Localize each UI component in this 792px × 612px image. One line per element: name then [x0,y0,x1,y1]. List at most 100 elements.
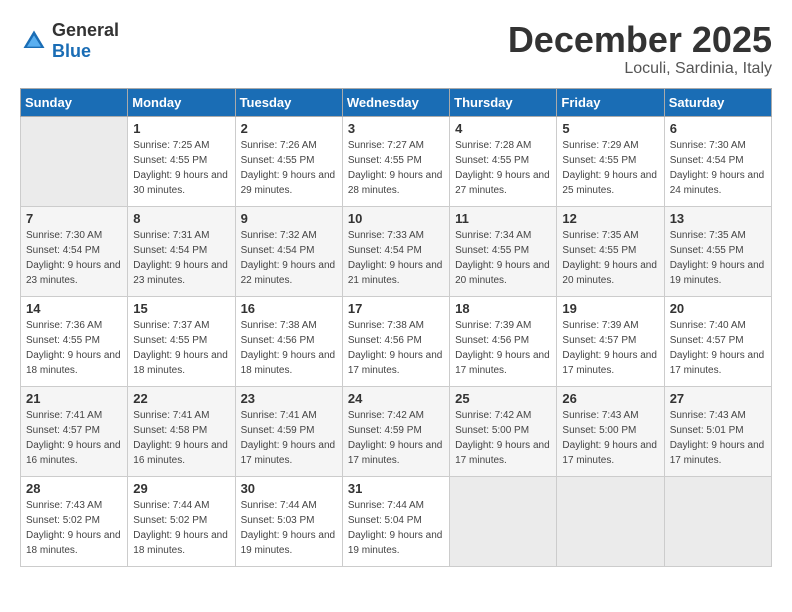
weekday-header-row: SundayMondayTuesdayWednesdayThursdayFrid… [21,88,772,116]
calendar-day-cell: 5 Sunrise: 7:29 AMSunset: 4:55 PMDaylight… [557,116,664,206]
calendar-day-cell: 3Sunrise: 7:27 AMSunset: 4:55 PMDaylight… [342,116,449,206]
day-number: 2 [241,121,337,136]
weekday-header-cell: Thursday [450,88,557,116]
calendar-day-cell [664,476,771,566]
weekday-header-cell: Saturday [664,88,771,116]
calendar-day-cell: 11Sunrise: 7:34 AMSunset: 4:55 PMDayligh… [450,206,557,296]
day-number: 16 [241,301,337,316]
day-number: 27 [670,391,766,406]
day-number: 25 [455,391,551,406]
calendar-day-cell: 29 Sunrise: 7:44 AMSunset: 5:02 PMDayligh… [128,476,235,566]
calendar-day-cell: 25 Sunrise: 7:42 AMSunset: 5:00 PMDayligh… [450,386,557,476]
calendar-day-cell: 10Sunrise: 7:33 AMSunset: 4:54 PMDayligh… [342,206,449,296]
logo-blue: Blue [52,41,91,61]
title-area: December 2025 Loculi, Sardinia, Italy [508,20,772,78]
day-info: Sunrise: 7:25 AMSunset: 4:55 PMDaylight:… [133,138,229,198]
calendar-day-cell: 30Sunrise: 7:44 AMSunset: 5:03 PMDayligh… [235,476,342,566]
day-number: 14 [26,301,122,316]
day-info: Sunrise: 7:38 AMSunset: 4:56 PMDaylight:… [348,318,444,378]
day-info: Sunrise: 7:39 AMSunset: 4:56 PMDaylight:… [455,318,551,378]
day-number: 8 [133,211,229,226]
calendar-day-cell: 21 Sunrise: 7:41 AMSunset: 4:57 PMDayligh… [21,386,128,476]
day-info: Sunrise: 7:34 AMSunset: 4:55 PMDaylight:… [455,228,551,288]
day-info: Sunrise: 7:26 AMSunset: 4:55 PMDaylight:… [241,138,337,198]
day-number: 18 [455,301,551,316]
calendar-day-cell: 22Sunrise: 7:41 AMSunset: 4:58 PMDayligh… [128,386,235,476]
calendar-week-row: 7 Sunrise: 7:30 AMSunset: 4:54 PMDaylight… [21,206,772,296]
day-info: Sunrise: 7:39 AMSunset: 4:57 PMDaylight:… [562,318,658,378]
calendar-week-row: 14Sunrise: 7:36 AMSunset: 4:55 PMDayligh… [21,296,772,386]
weekday-header-cell: Wednesday [342,88,449,116]
calendar-day-cell: 7 Sunrise: 7:30 AMSunset: 4:54 PMDaylight… [21,206,128,296]
calendar-week-row: 28Sunrise: 7:43 AMSunset: 5:02 PMDayligh… [21,476,772,566]
calendar-day-cell: 16 Sunrise: 7:38 AMSunset: 4:56 PMDayligh… [235,296,342,386]
day-number: 10 [348,211,444,226]
day-info: Sunrise: 7:40 AMSunset: 4:57 PMDaylight:… [670,318,766,378]
calendar-day-cell: 26Sunrise: 7:43 AMSunset: 5:00 PMDayligh… [557,386,664,476]
calendar-day-cell [450,476,557,566]
calendar-day-cell: 8 Sunrise: 7:31 AMSunset: 4:54 PMDaylight… [128,206,235,296]
header: General Blue December 2025 Loculi, Sardi… [20,20,772,78]
calendar-day-cell: 28Sunrise: 7:43 AMSunset: 5:02 PMDayligh… [21,476,128,566]
day-info: Sunrise: 7:30 AMSunset: 4:54 PMDaylight:… [670,138,766,198]
day-info: Sunrise: 7:37 AMSunset: 4:55 PMDaylight:… [133,318,229,378]
calendar-day-cell: 24 Sunrise: 7:42 AMSunset: 4:59 PMDayligh… [342,386,449,476]
day-info: Sunrise: 7:28 AMSunset: 4:55 PMDaylight:… [455,138,551,198]
calendar-day-cell: 17Sunrise: 7:38 AMSunset: 4:56 PMDayligh… [342,296,449,386]
calendar-day-cell: 2 Sunrise: 7:26 AMSunset: 4:55 PMDaylight… [235,116,342,206]
day-info: Sunrise: 7:43 AMSunset: 5:02 PMDaylight:… [26,498,122,558]
day-info: Sunrise: 7:32 AMSunset: 4:54 PMDaylight:… [241,228,337,288]
day-number: 29 [133,481,229,496]
day-number: 3 [348,121,444,136]
calendar-day-cell: 19 Sunrise: 7:39 AMSunset: 4:57 PMDayligh… [557,296,664,386]
day-number: 26 [562,391,658,406]
day-info: Sunrise: 7:44 AMSunset: 5:04 PMDaylight:… [348,498,444,558]
calendar-day-cell: 1 Sunrise: 7:25 AMSunset: 4:55 PMDaylight… [128,116,235,206]
day-number: 1 [133,121,229,136]
day-info: Sunrise: 7:38 AMSunset: 4:56 PMDaylight:… [241,318,337,378]
calendar-day-cell: 6 Sunrise: 7:30 AMSunset: 4:54 PMDaylight… [664,116,771,206]
day-number: 6 [670,121,766,136]
calendar-day-cell [21,116,128,206]
day-number: 21 [26,391,122,406]
calendar-day-cell: 9 Sunrise: 7:32 AMSunset: 4:54 PMDaylight… [235,206,342,296]
day-number: 15 [133,301,229,316]
calendar-day-cell: 18 Sunrise: 7:39 AMSunset: 4:56 PMDayligh… [450,296,557,386]
calendar-week-row: 1 Sunrise: 7:25 AMSunset: 4:55 PMDaylight… [21,116,772,206]
logo-icon [20,27,48,55]
logo-general: General [52,20,119,40]
day-number: 13 [670,211,766,226]
calendar-day-cell: 20Sunrise: 7:40 AMSunset: 4:57 PMDayligh… [664,296,771,386]
day-number: 31 [348,481,444,496]
day-info: Sunrise: 7:44 AMSunset: 5:03 PMDaylight:… [241,498,337,558]
day-number: 12 [562,211,658,226]
day-number: 24 [348,391,444,406]
day-info: Sunrise: 7:41 AMSunset: 4:58 PMDaylight:… [133,408,229,468]
day-info: Sunrise: 7:29 AMSunset: 4:55 PMDaylight:… [562,138,658,198]
day-number: 5 [562,121,658,136]
calendar-day-cell [557,476,664,566]
calendar-day-cell: 4 Sunrise: 7:28 AMSunset: 4:55 PMDaylight… [450,116,557,206]
day-info: Sunrise: 7:31 AMSunset: 4:54 PMDaylight:… [133,228,229,288]
calendar-table: SundayMondayTuesdayWednesdayThursdayFrid… [20,88,772,567]
day-info: Sunrise: 7:42 AMSunset: 4:59 PMDaylight:… [348,408,444,468]
day-info: Sunrise: 7:44 AMSunset: 5:02 PMDaylight:… [133,498,229,558]
day-info: Sunrise: 7:35 AMSunset: 4:55 PMDaylight:… [562,228,658,288]
logo: General Blue [20,20,119,62]
day-info: Sunrise: 7:42 AMSunset: 5:00 PMDaylight:… [455,408,551,468]
day-number: 4 [455,121,551,136]
day-number: 9 [241,211,337,226]
weekday-header-cell: Monday [128,88,235,116]
weekday-header-cell: Sunday [21,88,128,116]
calendar-body: 1 Sunrise: 7:25 AMSunset: 4:55 PMDaylight… [21,116,772,566]
day-number: 19 [562,301,658,316]
calendar-day-cell: 23 Sunrise: 7:41 AMSunset: 4:59 PMDayligh… [235,386,342,476]
calendar-day-cell: 13Sunrise: 7:35 AMSunset: 4:55 PMDayligh… [664,206,771,296]
day-info: Sunrise: 7:41 AMSunset: 4:57 PMDaylight:… [26,408,122,468]
month-title: December 2025 [508,20,772,60]
day-number: 23 [241,391,337,406]
day-info: Sunrise: 7:41 AMSunset: 4:59 PMDaylight:… [241,408,337,468]
day-number: 7 [26,211,122,226]
day-info: Sunrise: 7:30 AMSunset: 4:54 PMDaylight:… [26,228,122,288]
calendar-day-cell: 31 Sunrise: 7:44 AMSunset: 5:04 PMDayligh… [342,476,449,566]
